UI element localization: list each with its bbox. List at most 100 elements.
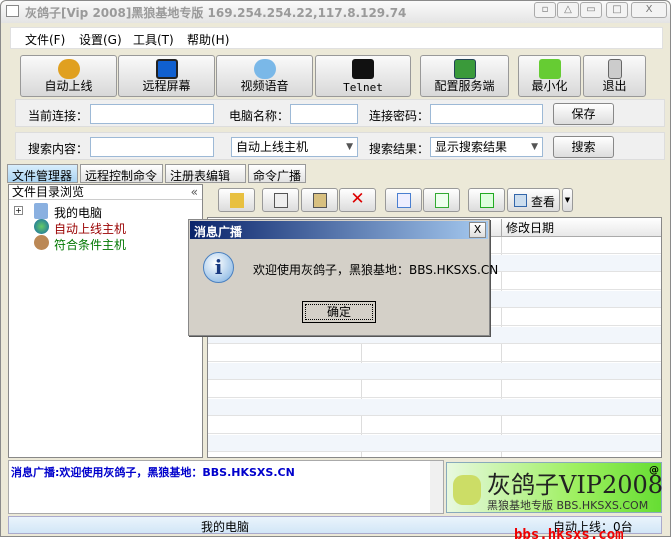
tree-header: 文件目录浏览 « xyxy=(9,185,202,200)
password-label: 连接密码： xyxy=(369,109,430,123)
tab-remote-commands[interactable]: 远程控制命令 xyxy=(80,164,163,183)
window-title: 灰鸽子[Vip 2008]黑狼基地专版 169.254.254.22,117.8… xyxy=(25,6,407,20)
table-row xyxy=(208,363,661,380)
current-connection-label: 当前连接： xyxy=(28,109,89,123)
broadcast-dialog: 消息广播 X i 欢迎使用灰鸽子，黑狼基地：BBS.HKSXS.CN 确定 xyxy=(188,219,498,336)
search-result-label: 搜索结果： xyxy=(369,142,430,156)
search-host-icon xyxy=(34,235,49,250)
webcam-icon xyxy=(253,59,276,79)
scrollbar[interactable] xyxy=(430,461,443,513)
search-input[interactable] xyxy=(90,137,214,157)
chevron-down-icon: ▼ xyxy=(531,142,538,152)
status-current: 我的电脑 xyxy=(201,520,250,534)
menu-settings[interactable]: 设置(G) xyxy=(79,31,122,48)
menu-help[interactable]: 帮助(H) xyxy=(187,31,229,48)
current-connection-input[interactable] xyxy=(90,104,214,124)
menu-tools[interactable]: 工具(T) xyxy=(133,31,174,48)
table-row xyxy=(208,435,661,452)
telnet-button[interactable]: Telnet xyxy=(315,55,411,97)
paste-button[interactable] xyxy=(301,188,338,212)
logo-banner: 灰鸽子VIP2008 @ 黑狼基地专版 BBS.HKSXS.COM xyxy=(446,462,664,513)
minimize-button[interactable]: ▭ xyxy=(580,2,602,18)
copy-icon xyxy=(274,193,288,208)
list-icon xyxy=(453,59,476,79)
title-bar[interactable]: 灰鸽子[Vip 2008]黑狼基地专版 169.254.254.22,117.8… xyxy=(1,1,670,23)
copy-button[interactable] xyxy=(262,188,299,212)
broadcast-text: 消息广播:欢迎使用灰鸽子，黑狼基地：BBS.HKSXS.CN xyxy=(11,466,295,479)
upload-button[interactable] xyxy=(385,188,422,212)
table-row xyxy=(208,381,661,398)
collapse-icon[interactable]: « xyxy=(191,185,198,199)
dialog-close-button[interactable]: X xyxy=(469,222,486,238)
ok-button[interactable]: 确定 xyxy=(302,301,376,323)
table-row xyxy=(208,345,661,362)
search-scope-value: 自动上线主机 xyxy=(236,140,309,154)
tree-header-label: 文件目录浏览 xyxy=(12,185,85,199)
pc-name-label: 电脑名称： xyxy=(229,109,290,123)
minimize-app-button[interactable]: 最小化 xyxy=(518,55,581,97)
switch-icon xyxy=(607,59,622,79)
refresh-button[interactable] xyxy=(468,188,505,212)
folder-up-icon xyxy=(230,193,244,208)
dialog-title-bar: 消息广播 xyxy=(190,221,488,239)
download-button[interactable] xyxy=(423,188,460,212)
search-content-label: 搜索内容： xyxy=(28,142,89,156)
column-modified-date[interactable]: 修改日期 xyxy=(501,219,661,236)
logo-title: 灰鸽子VIP2008 xyxy=(487,471,664,499)
download-user-icon xyxy=(538,59,561,79)
terminal-icon xyxy=(352,59,374,79)
auto-online-button[interactable]: 自动上线 xyxy=(20,55,117,97)
chevron-down-icon: ▼ xyxy=(346,142,353,152)
globe-icon xyxy=(34,219,49,234)
view-label: 查看 xyxy=(531,195,556,209)
video-voice-button[interactable]: 视频语音 xyxy=(216,55,313,97)
up-folder-button[interactable] xyxy=(218,188,255,212)
users-logo-icon xyxy=(453,475,481,505)
menu-bar: 文件(F) 设置(G) 工具(T) 帮助(H) xyxy=(10,27,663,49)
password-input[interactable] xyxy=(430,104,543,124)
users-icon xyxy=(57,59,80,79)
search-result-value: 显示搜索结果 xyxy=(435,140,508,154)
tree-item-matching-hosts[interactable]: 符合条件主机 xyxy=(54,236,126,253)
search-result-select[interactable]: 显示搜索结果 ▼ xyxy=(430,137,543,157)
dialog-title: 消息广播 xyxy=(194,225,243,239)
tab-file-manager[interactable]: 文件管理器 xyxy=(7,164,78,183)
exit-button[interactable]: 退出 xyxy=(583,55,646,97)
maximize-button[interactable]: □ xyxy=(606,2,628,18)
dialog-message: 欢迎使用灰鸽子，黑狼基地：BBS.HKSXS.CN xyxy=(253,263,499,277)
tree-item-my-computer[interactable]: 我的电脑 xyxy=(54,204,102,221)
download-icon xyxy=(435,193,449,208)
delete-icon: ✕ xyxy=(350,189,365,209)
logo-subtitle: 黑狼基地专版 BBS.HKSXS.COM xyxy=(487,499,649,512)
search-button[interactable]: 搜索 xyxy=(553,136,614,158)
tree-item-auto-online[interactable]: 自动上线主机 xyxy=(54,220,126,237)
rollup-button[interactable]: ▫ xyxy=(534,2,556,18)
computer-icon xyxy=(34,203,48,219)
remote-screen-button[interactable]: 远程屏幕 xyxy=(118,55,215,97)
directory-tree-panel: 文件目录浏览 « + 我的电脑 自动上线主机 符合条件主机 xyxy=(8,184,203,458)
tab-command-broadcast[interactable]: 命令广播 xyxy=(248,164,306,183)
paste-icon xyxy=(313,193,327,208)
up-icon[interactable]: △ xyxy=(557,2,579,18)
info-icon: i xyxy=(203,252,234,283)
delete-button[interactable]: ✕ xyxy=(339,188,376,212)
table-row xyxy=(208,399,661,416)
close-button[interactable]: X xyxy=(631,2,667,18)
pc-name-input[interactable] xyxy=(290,104,358,124)
monitor-icon xyxy=(155,59,178,79)
logo-sup: @ xyxy=(649,465,659,476)
view-button[interactable]: 查看 xyxy=(507,188,560,212)
view-dropdown-button[interactable]: ▼ xyxy=(562,188,573,212)
broadcast-log: 消息广播:欢迎使用灰鸽子，黑狼基地：BBS.HKSXS.CN xyxy=(8,460,444,514)
tab-registry-editor[interactable]: 注册表编辑器 xyxy=(165,164,246,200)
table-row xyxy=(208,417,661,434)
expand-icon[interactable]: + xyxy=(14,206,23,215)
save-button[interactable]: 保存 xyxy=(553,103,614,125)
refresh-icon xyxy=(480,193,494,208)
app-icon[interactable] xyxy=(6,5,19,17)
view-icon xyxy=(514,194,527,207)
search-scope-select[interactable]: 自动上线主机 ▼ xyxy=(231,137,358,157)
menu-file[interactable]: 文件(F) xyxy=(25,31,65,48)
upload-icon xyxy=(397,193,411,208)
configure-server-button[interactable]: 配置服务端 xyxy=(420,55,509,97)
